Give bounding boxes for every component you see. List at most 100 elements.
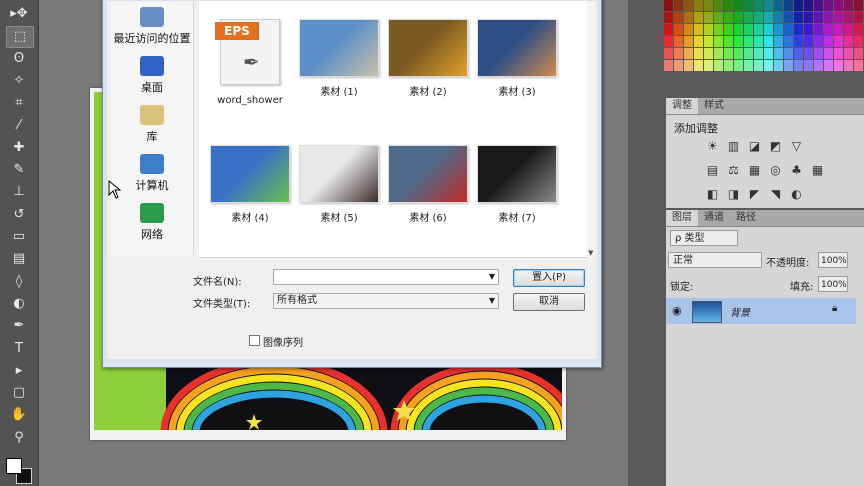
color-swatch[interactable] bbox=[694, 24, 703, 35]
color-swatch[interactable] bbox=[764, 48, 773, 59]
color-swatch[interactable] bbox=[694, 12, 703, 23]
color-swatch[interactable] bbox=[854, 48, 863, 59]
lasso-tool[interactable]: ʘ bbox=[6, 49, 32, 69]
tab-styles[interactable]: 样式 bbox=[698, 98, 730, 114]
color-swatch[interactable] bbox=[744, 48, 753, 59]
chevron-down-icon[interactable]: ▼ bbox=[489, 270, 495, 284]
zoom-tool[interactable]: ⚲ bbox=[6, 428, 32, 448]
color-swatch[interactable] bbox=[774, 12, 783, 23]
color-swatch[interactable] bbox=[854, 60, 863, 71]
color-swatch[interactable] bbox=[724, 60, 733, 71]
tab-layers[interactable]: 图层 bbox=[666, 210, 698, 226]
color-swatch[interactable] bbox=[674, 36, 683, 47]
color-swatch[interactable] bbox=[664, 36, 673, 47]
color-swatch[interactable] bbox=[814, 24, 823, 35]
color-swatch[interactable] bbox=[794, 48, 803, 59]
color-swatch[interactable] bbox=[674, 48, 683, 59]
color-swatch[interactable] bbox=[714, 24, 723, 35]
color-swatch[interactable] bbox=[794, 60, 803, 71]
color-swatch[interactable] bbox=[744, 36, 753, 47]
color-swatch[interactable] bbox=[804, 12, 813, 23]
color-swatch[interactable] bbox=[684, 12, 693, 23]
chevron-down-icon[interactable]: ▼ bbox=[489, 294, 495, 308]
type-tool[interactable]: T bbox=[6, 339, 32, 359]
place-button[interactable]: 置入(P) bbox=[513, 269, 585, 287]
place-network[interactable]: 网络 bbox=[111, 203, 193, 242]
color-swatch[interactable] bbox=[804, 0, 813, 11]
place-recent-places[interactable]: 最近访问的位置 bbox=[111, 7, 193, 46]
selective-color-icon[interactable]: ◐ bbox=[790, 188, 803, 201]
color-swatch[interactable] bbox=[834, 60, 843, 71]
color-swatch[interactable] bbox=[664, 12, 673, 23]
color-swatch[interactable] bbox=[834, 36, 843, 47]
gradient-tool[interactable]: ▤ bbox=[6, 249, 32, 269]
color-swatch[interactable] bbox=[824, 0, 833, 11]
color-swatch[interactable] bbox=[784, 0, 793, 11]
color-swatch[interactable] bbox=[724, 48, 733, 59]
color-swatch[interactable] bbox=[794, 24, 803, 35]
color-swatch[interactable] bbox=[854, 24, 863, 35]
color-swatch[interactable] bbox=[794, 0, 803, 11]
layer-filter-select[interactable]: ρ 类型 bbox=[670, 230, 738, 246]
color-swatch[interactable] bbox=[774, 24, 783, 35]
color-swatch[interactable] bbox=[684, 48, 693, 59]
color-swatch[interactable] bbox=[774, 48, 783, 59]
color-swatch[interactable] bbox=[844, 12, 853, 23]
channel-mixer-icon[interactable]: ♣ bbox=[790, 164, 803, 177]
color-swatch[interactable] bbox=[834, 24, 843, 35]
color-swatch[interactable] bbox=[804, 48, 813, 59]
swatches-panel[interactable] bbox=[664, 0, 864, 84]
crop-tool[interactable]: ⌗ bbox=[6, 93, 32, 113]
exposure-icon[interactable]: ◩ bbox=[769, 140, 782, 153]
color-swatch[interactable] bbox=[754, 36, 763, 47]
healing-tool[interactable]: ✚ bbox=[6, 138, 32, 158]
path-select-tool[interactable]: ▸ bbox=[6, 361, 32, 381]
color-swatch[interactable] bbox=[844, 48, 853, 59]
layer-row[interactable]: ◉ 背景 🔒︎ bbox=[666, 298, 856, 324]
color-swatch[interactable] bbox=[754, 0, 763, 11]
history-brush-tool[interactable]: ↺ bbox=[6, 205, 32, 225]
color-swatch[interactable] bbox=[664, 48, 673, 59]
color-lookup-icon[interactable]: ▦ bbox=[811, 164, 824, 177]
color-swatch[interactable] bbox=[734, 24, 743, 35]
color-swatch[interactable] bbox=[724, 24, 733, 35]
gradient-map-icon[interactable]: ◥ bbox=[769, 188, 782, 201]
hand-tool[interactable]: ✋ bbox=[6, 405, 32, 425]
color-swatch[interactable] bbox=[694, 60, 703, 71]
move-tool[interactable]: ▸✥ bbox=[6, 4, 32, 24]
posterize-icon[interactable]: ◨ bbox=[727, 188, 740, 201]
file-list-scrollbar[interactable]: ▼ bbox=[587, 1, 595, 257]
color-swatch[interactable] bbox=[704, 60, 713, 71]
file-item[interactable]: 素材 (3) bbox=[476, 19, 558, 98]
color-swatch[interactable] bbox=[814, 36, 823, 47]
color-swatch[interactable] bbox=[784, 48, 793, 59]
filename-input[interactable]: ▼ bbox=[273, 269, 499, 285]
file-item[interactable]: 素材 (2) bbox=[387, 19, 469, 98]
place-library[interactable]: 库 bbox=[111, 105, 193, 144]
color-swatch[interactable] bbox=[854, 12, 863, 23]
curves-icon[interactable]: ◪ bbox=[748, 140, 761, 153]
color-swatch[interactable] bbox=[814, 60, 823, 71]
color-swatch[interactable] bbox=[814, 0, 823, 11]
photo-filter-icon[interactable]: ◎ bbox=[769, 164, 782, 177]
vibrance-icon[interactable]: ▽ bbox=[790, 140, 803, 153]
color-swatch[interactable] bbox=[834, 48, 843, 59]
levels-icon[interactable]: ▥ bbox=[727, 140, 740, 153]
color-swatch[interactable] bbox=[684, 36, 693, 47]
color-swatch[interactable] bbox=[854, 0, 863, 11]
color-swatch[interactable] bbox=[754, 12, 763, 23]
file-item[interactable]: 素材 (1) bbox=[298, 19, 380, 98]
color-swatch[interactable] bbox=[834, 12, 843, 23]
color-swatch[interactable] bbox=[844, 24, 853, 35]
eye-icon[interactable]: ◉ bbox=[672, 304, 682, 317]
color-swatch[interactable] bbox=[784, 12, 793, 23]
blend-mode-select[interactable]: 正常 bbox=[668, 252, 762, 268]
filetype-select[interactable]: 所有格式 ▼ bbox=[273, 293, 499, 309]
color-swatch[interactable] bbox=[744, 60, 753, 71]
color-swatch[interactable] bbox=[844, 0, 853, 11]
color-swatch[interactable] bbox=[754, 24, 763, 35]
color-swatch[interactable] bbox=[664, 24, 673, 35]
color-swatch[interactable] bbox=[734, 12, 743, 23]
color-swatch[interactable] bbox=[674, 12, 683, 23]
file-item[interactable]: EPS ✒ word_shower bbox=[209, 19, 291, 106]
